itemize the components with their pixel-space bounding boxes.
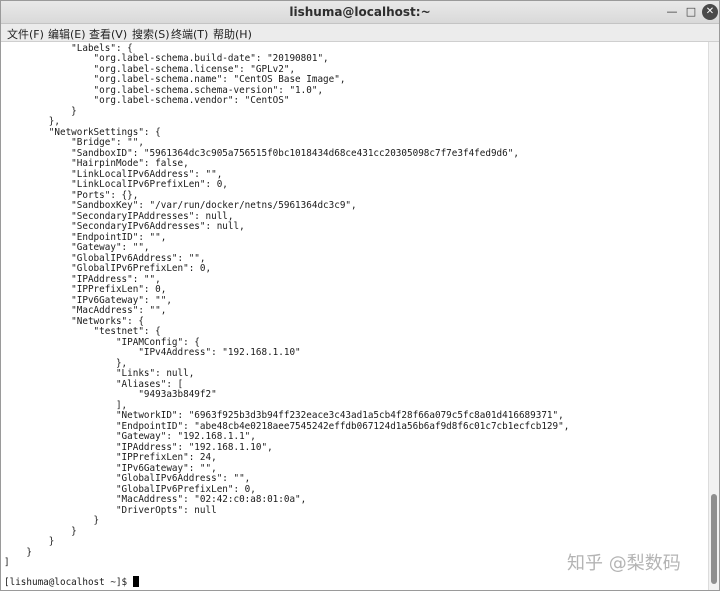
terminal-line: "IPAMConfig": { [4,336,200,348]
terminal-line: ], [4,399,128,411]
prompt-line[interactable]: [lishuma@localhost ~]$ [4,576,139,589]
terminal-line: }, [4,116,60,127]
terminal-line: "EndpointID": "abe48cb4e0218aee7545242ef… [4,420,570,432]
menu-edit[interactable]: 编辑(E) [48,26,86,42]
terminal-line: "org.label-schema.build-date": "20190801… [4,53,329,64]
terminal-line: "IPv4Address": "192.168.1.10" [4,347,301,358]
terminal-line: "SandboxKey": "/var/run/docker/netns/596… [4,200,357,211]
terminal-output[interactable]: "Labels": { "org.label-schema.build-date… [1,42,708,590]
title-bar[interactable]: lishuma@localhost:~ — □ ✕ [1,1,719,24]
terminal-line: "Labels": { [4,42,133,54]
prompt-text: [lishuma@localhost ~]$ [4,577,133,588]
terminal-line: "MacAddress": "", [4,305,167,316]
terminal-line: "IPAddress": "", [4,273,161,285]
terminal-line: "IPv6Gateway": "", [4,294,172,306]
terminal-line: "Gateway": "", [4,242,150,253]
terminal-line: } [4,105,77,117]
menu-help[interactable]: 帮助(H) [213,26,252,42]
terminal-line: ] [4,557,10,568]
menu-bar: 文件(F) 编辑(E) 查看(V) 搜索(S) 终端(T) 帮助(H) [1,24,719,42]
terminal-line: "SecondaryIPv6Addresses": null, [4,221,245,232]
terminal-line: }, [4,357,128,369]
terminal-line: "Gateway": "192.168.1.1", [4,431,256,442]
terminal-line: "SandboxID": "5961364dc3c905a756515f0bc1… [4,147,519,159]
terminal-line: } [4,536,55,547]
terminal-line: "GlobalIPv6PrefixLen": 0, [4,483,256,495]
terminal-line: } [4,525,77,537]
terminal-line: "Ports": {}, [4,189,139,201]
window-title: lishuma@localhost:~ [289,5,431,19]
terminal-line: "SecondaryIPAddresses": null, [4,210,234,222]
terminal-line: "GlobalIPv6Address": "", [4,473,251,484]
minimize-button[interactable]: — [664,4,680,20]
terminal-line: "LinkLocalIPv6PrefixLen": 0, [4,179,228,190]
terminal-line: "IPv6Gateway": "", [4,462,217,474]
terminal-line: "LinkLocalIPv6Address": "", [4,168,223,180]
terminal-line: "org.label-schema.vendor": "CentOS" [4,95,290,106]
terminal-line: "GlobalIPv6Address": "", [4,252,206,264]
terminal-line: "HairpinMode": false, [4,158,189,169]
terminal-line: "Networks": { [4,315,144,327]
terminal-line: "NetworkSettings": { [4,126,161,138]
watermark: 知乎 @梨数码 [567,553,681,574]
terminal-line: "testnet": { [4,326,161,337]
menu-search[interactable]: 搜索(S) [132,26,170,42]
vertical-scrollbar[interactable] [708,42,719,590]
terminal-line: "9493a3b849f2" [4,389,217,400]
menu-terminal[interactable]: 终端(T) [171,26,208,42]
terminal-line: "org.label-schema.license": "GPLv2", [4,63,296,75]
terminal-line: "IPPrefixLen": 24, [4,452,217,463]
maximize-button[interactable]: □ [683,4,699,20]
terminal-line: "DriverOpts": null [4,504,217,516]
terminal-line: "EndpointID": "", [4,231,167,243]
terminal-line: "NetworkID": "6963f925b3d3b94ff232eace3c… [4,410,564,421]
terminal-line: "GlobalIPv6PrefixLen": 0, [4,263,212,274]
text-cursor [132,576,139,587]
terminal-line: "org.label-schema.schema-version": "1.0"… [4,84,324,96]
terminal-line: "IPPrefixLen": 0, [4,284,167,295]
menu-view[interactable]: 查看(V) [89,26,127,42]
terminal-line: "org.label-schema.name": "CentOS Base Im… [4,74,346,85]
terminal-line: "Aliases": [ [4,378,184,390]
terminal-line: "IPAddress": "192.168.1.10", [4,441,273,453]
terminal-line: "Bridge": "", [4,137,144,148]
terminal-line: "MacAddress": "02:42:c0:a8:01:0a", [4,494,307,505]
terminal-line: } [4,515,100,526]
terminal-line: "Links": null, [4,368,195,379]
terminal-line: } [4,546,32,558]
menu-file[interactable]: 文件(F) [7,26,44,42]
terminal-window: lishuma@localhost:~ — □ ✕ 文件(F) 编辑(E) 查看… [0,0,720,591]
close-button[interactable]: ✕ [702,4,718,20]
scrollbar-thumb[interactable] [711,494,717,584]
